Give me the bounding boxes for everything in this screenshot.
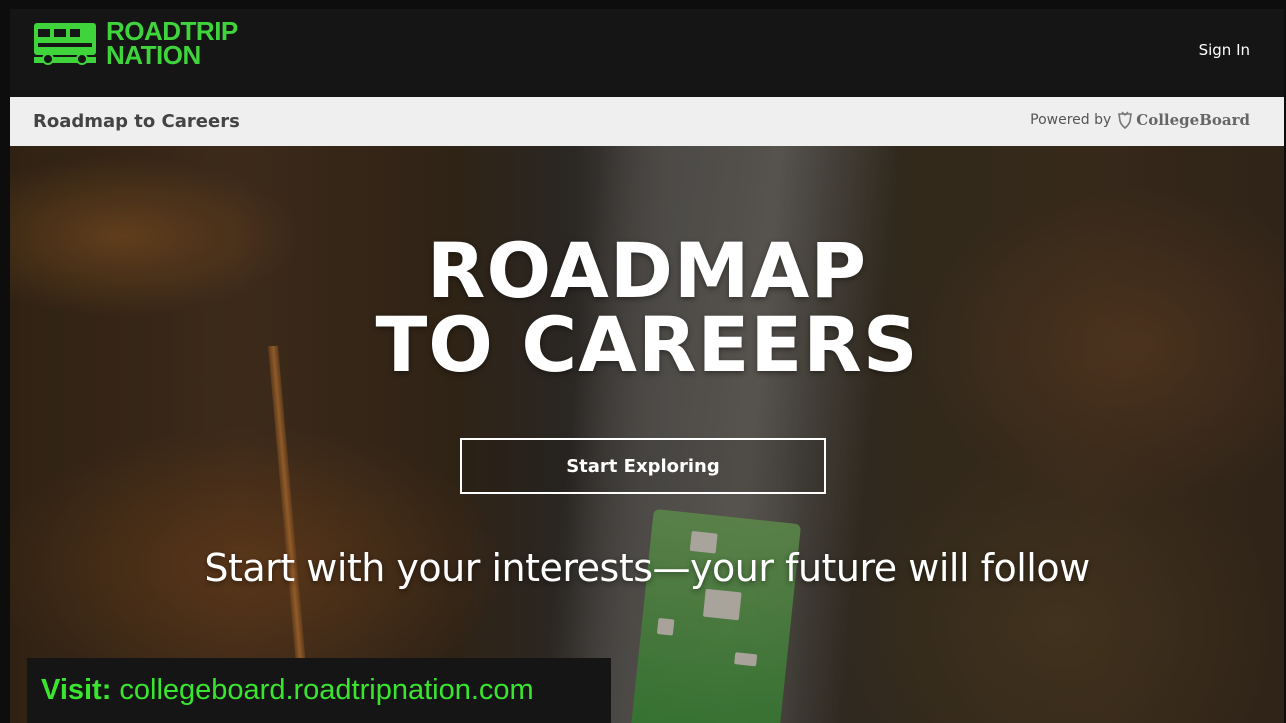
browser-viewport: ROADTRIP NATION Sign In Roadmap to Caree… xyxy=(10,9,1284,723)
logo-line-2: NATION xyxy=(106,40,201,70)
visit-label: Visit: xyxy=(41,674,112,706)
rv-icon xyxy=(34,23,96,65)
page-title[interactable]: Roadmap to Careers xyxy=(33,111,240,132)
hero-tagline: Start with your interests—your future wi… xyxy=(204,546,1090,590)
hero-title-line-2: TO CAREERS xyxy=(375,300,919,389)
hero-section: ROADMAP TO CAREERS Start Exploring Start… xyxy=(10,146,1284,723)
collegeboard-logo[interactable]: CollegeBoard xyxy=(1117,111,1250,129)
visit-url: collegeboard.roadtripnation.com xyxy=(119,674,534,706)
sub-header: Roadmap to Careers Powered by CollegeBoa… xyxy=(10,97,1284,147)
sign-in-link[interactable]: Sign In xyxy=(1199,41,1250,59)
logo-wordmark: ROADTRIP NATION xyxy=(106,18,238,70)
powered-by: Powered by CollegeBoard xyxy=(1030,111,1250,129)
hero-title: ROADMAP TO CAREERS xyxy=(10,226,1284,389)
hero-title-line-1: ROADMAP xyxy=(426,226,868,315)
collegeboard-wordmark: CollegeBoard xyxy=(1136,111,1250,129)
visit-banner: Visit: collegeboard.roadtripnation.com xyxy=(27,658,611,723)
acorn-icon xyxy=(1118,111,1133,129)
top-nav: ROADTRIP NATION Sign In xyxy=(10,9,1284,97)
start-exploring-button[interactable]: Start Exploring xyxy=(460,438,826,494)
roadtrip-nation-logo[interactable]: ROADTRIP NATION xyxy=(32,18,242,70)
powered-by-label: Powered by xyxy=(1030,112,1112,128)
